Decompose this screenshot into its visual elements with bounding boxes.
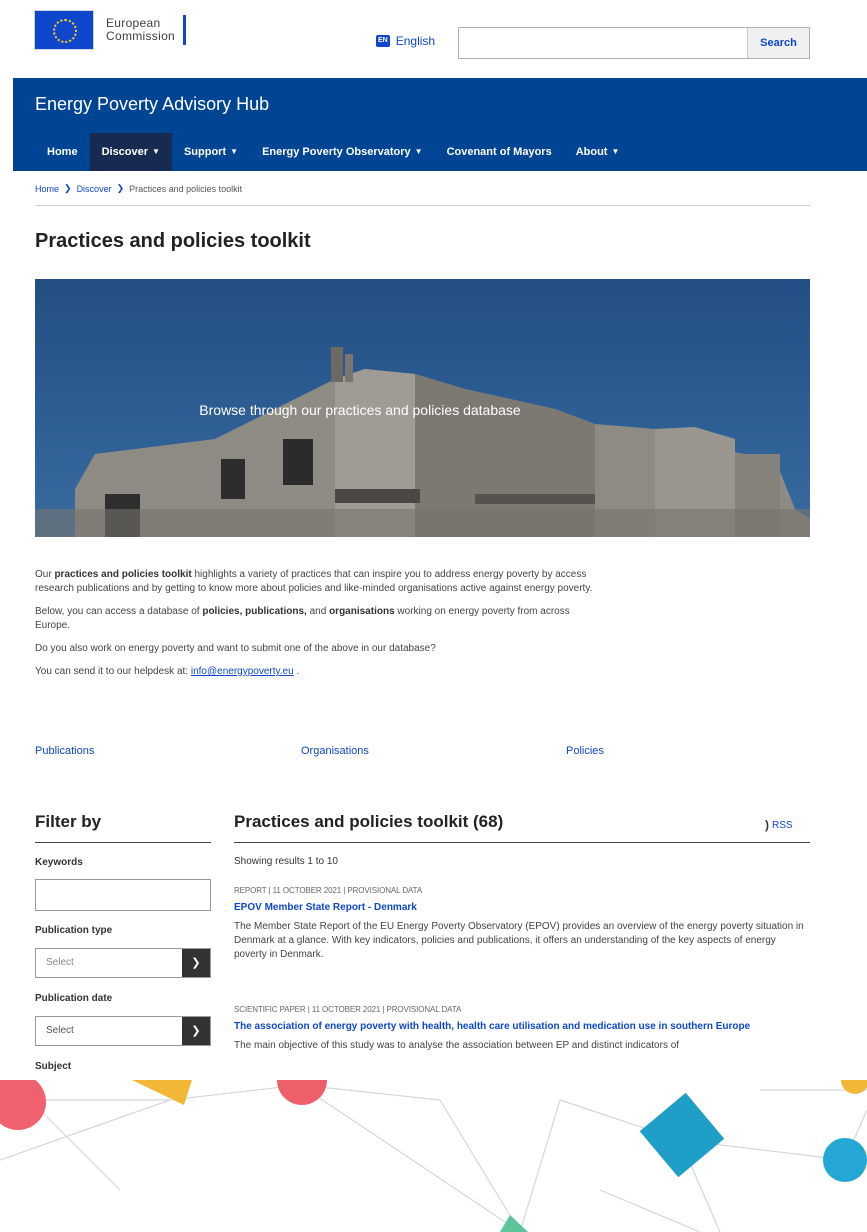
list-item: REPORT | 11 OCTOBER 2021 | PROVISIONAL D…: [234, 886, 810, 962]
item-title-link[interactable]: The association of energy poverty with h…: [234, 1020, 810, 1034]
chevron-down-icon: ▼: [230, 147, 239, 156]
publication-type-label: Publication type: [35, 925, 113, 936]
breadcrumb: Home ❯ Discover ❯ Practices and policies…: [35, 183, 242, 194]
item-meta: REPORT | 11 OCTOBER 2021 | PROVISIONAL D…: [234, 886, 423, 895]
chevron-down-icon: ▼: [414, 147, 423, 156]
eu-flag-icon: [34, 10, 94, 50]
search-button[interactable]: Search: [747, 28, 809, 58]
rss-icon: ): [765, 818, 769, 832]
link-publications[interactable]: Publications: [35, 745, 94, 757]
hero-caption: Browse through our practices and policie…: [199, 402, 521, 418]
chevron-right-icon: ❯: [116, 183, 125, 193]
publication-type-select[interactable]: Select ❯: [35, 948, 211, 978]
intro-text: Our practices and policies toolkit highl…: [35, 569, 593, 677]
breadcrumb-home[interactable]: Home: [35, 184, 59, 194]
language-label: English: [395, 34, 436, 48]
chevron-down-icon: ❯: [182, 949, 210, 977]
decorative-network-graphic: [0, 1080, 867, 1232]
filter-title: Filter by: [35, 812, 102, 831]
keywords-input[interactable]: [35, 879, 211, 911]
item-description: The main objective of this study was to …: [234, 1040, 680, 1051]
chevron-down-icon: ❯: [182, 1017, 210, 1045]
publication-date-label: Publication date: [35, 993, 113, 1004]
divider: [234, 842, 810, 843]
nav-covenant-of-mayors[interactable]: Covenant of Mayors: [435, 133, 564, 171]
nav-home[interactable]: Home: [35, 133, 90, 171]
nav-about[interactable]: About ▼: [564, 133, 632, 171]
subject-label: Subject: [35, 1061, 72, 1072]
chevron-down-icon: ▼: [611, 147, 620, 156]
nav-discover[interactable]: Discover ▼: [89, 133, 172, 171]
results-count: Showing results 1 to 10: [234, 856, 338, 867]
nav-support[interactable]: Support ▼: [172, 133, 250, 171]
european-commission-logo[interactable]: European Commission: [34, 10, 187, 50]
item-description: The Member State Report of the EU Energy…: [234, 921, 804, 960]
item-title-link[interactable]: EPOV Member State Report - Denmark: [234, 901, 810, 915]
helpdesk-email-link[interactable]: info@energypoverty.eu: [191, 666, 294, 677]
link-policies[interactable]: Policies: [566, 745, 604, 757]
nav-energy-poverty-observatory[interactable]: Energy Poverty Observatory ▼: [250, 133, 435, 171]
divider: [35, 205, 810, 206]
chevron-right-icon: ❯: [64, 183, 72, 193]
site-title[interactable]: Energy Poverty Advisory Hub: [35, 94, 269, 115]
item-meta: SCIENTIFIC PAPER | 11 OCTOBER 2021 | PRO…: [234, 1005, 462, 1014]
keywords-label: Keywords: [35, 857, 83, 868]
site-header: Energy Poverty Advisory Hub Home Discove…: [13, 78, 867, 171]
hero-banner[interactable]: Browse through our practices and policie…: [35, 279, 810, 537]
breadcrumb-discover[interactable]: Discover: [77, 184, 112, 194]
results-title: Practices and policies toolkit (68): [234, 812, 504, 831]
logo-divider: [183, 15, 187, 45]
breadcrumb-current: Practices and policies toolkit: [129, 183, 243, 194]
rss-link[interactable]: ) RSS: [765, 818, 793, 832]
top-bar: European Commission EN English Search: [0, 0, 867, 78]
publication-date-select[interactable]: Select ❯: [35, 1016, 211, 1046]
language-icon: EN: [376, 35, 390, 47]
main-nav: Home Discover ▼ Support ▼ Energy Poverty O…: [35, 133, 631, 171]
chevron-down-icon: ▼: [152, 147, 160, 156]
page-title: Practices and policies toolkit: [35, 230, 311, 252]
list-item: SCIENTIFIC PAPER | 11 OCTOBER 2021 | PRO…: [234, 1005, 810, 1053]
search-input[interactable]: [459, 28, 747, 58]
logo-line-2: Commission: [106, 29, 176, 43]
language-selector[interactable]: EN English: [376, 34, 435, 48]
divider: [35, 842, 211, 843]
link-organisations[interactable]: Organisations: [301, 745, 369, 757]
search-bar: Search: [458, 27, 810, 59]
